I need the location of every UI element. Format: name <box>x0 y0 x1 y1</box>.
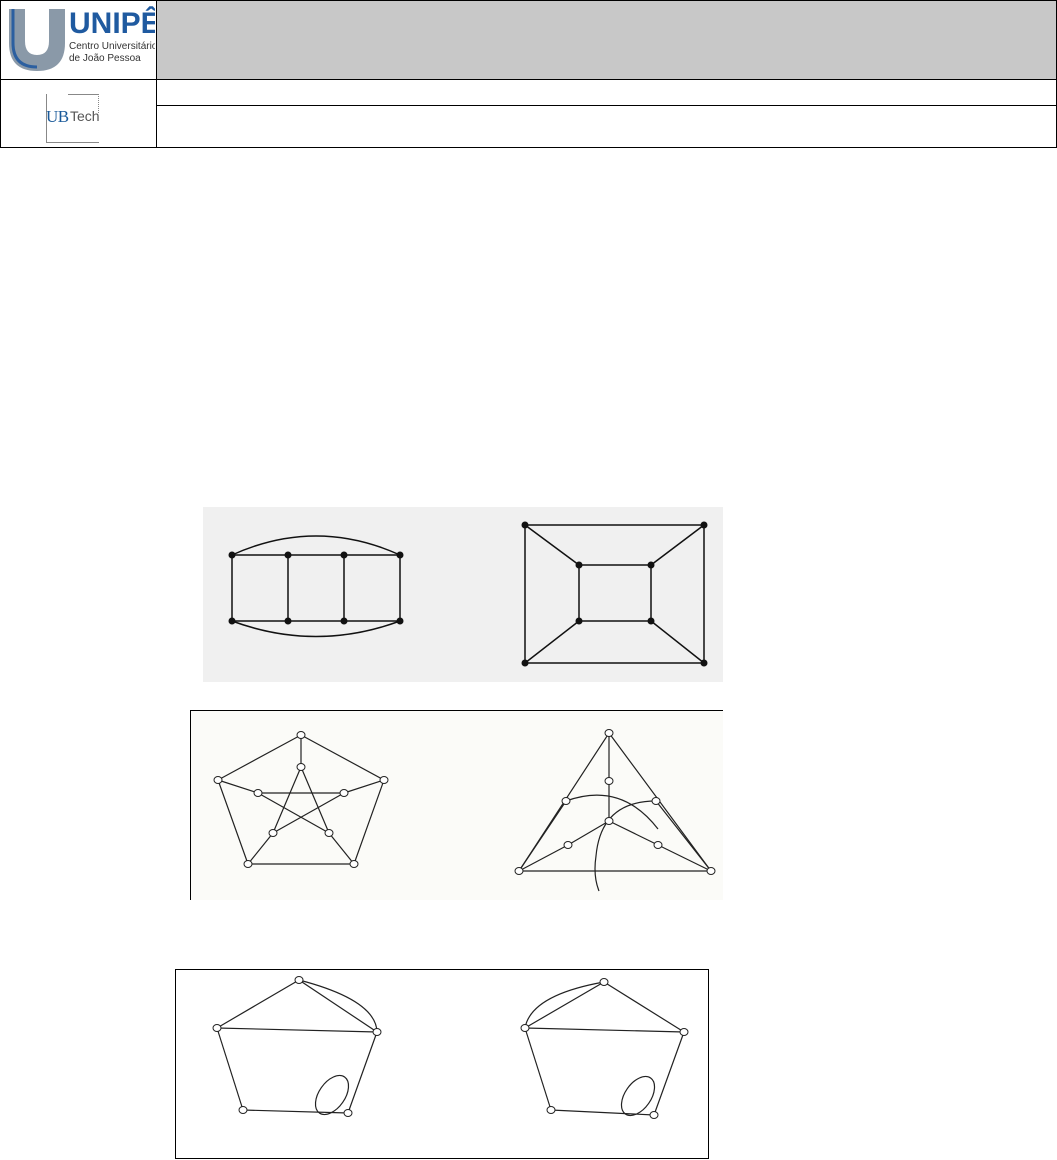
ubtech-logo: UB Tech <box>38 92 108 144</box>
ubtech-tech: Tech <box>70 108 100 124</box>
figure-graph-pair-2 <box>190 710 723 900</box>
logo-subtitle-1: Centro Universitário <box>69 41 155 52</box>
ubtech-ub: UB <box>46 107 69 126</box>
logo-name: UNIPÊ <box>69 6 155 40</box>
document-header: UNIPÊ Centro Universitário de João Pesso… <box>0 0 1057 148</box>
unipe-logo-cell: UNIPÊ Centro Universitário de João Pesso… <box>0 0 156 80</box>
figure-graph-pair-3 <box>175 969 709 1159</box>
unipe-logo: UNIPÊ Centro Universitário de João Pesso… <box>9 6 155 71</box>
header-row-3 <box>156 105 1057 148</box>
graph-pair-1-drawing <box>228 521 708 667</box>
header-row-2 <box>156 80 1057 106</box>
figure-graph-pair-1 <box>203 507 723 682</box>
graph-pair-2-drawing <box>213 729 716 892</box>
logo-subtitle-2: de João Pessoa <box>69 53 141 64</box>
header-title-cell <box>156 0 1057 80</box>
graph-pair-3-drawing <box>212 976 689 1119</box>
